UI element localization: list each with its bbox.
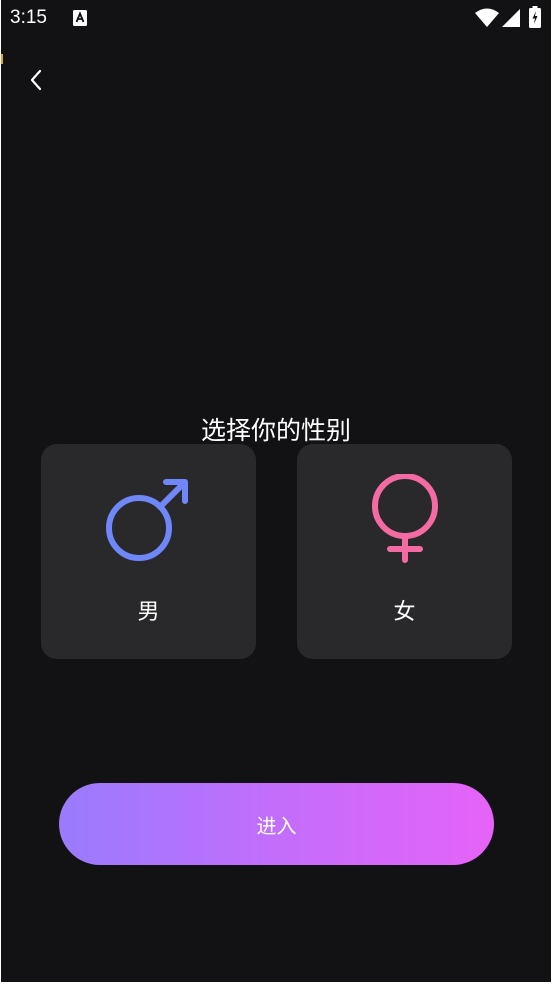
enter-button[interactable]: 进入 — [59, 783, 494, 865]
signal-icon — [502, 9, 520, 27]
page-title: 选择你的性别 — [200, 416, 351, 445]
wifi-icon — [475, 8, 499, 27]
edge-indicator — [1, 54, 3, 64]
status-time: 3:15 — [10, 7, 47, 28]
male-symbol-icon — [105, 479, 188, 561]
chevron-left-icon — [30, 69, 42, 91]
gender-select-screen: 3:15 选择你的性别 男 女 进入 — [1, 0, 551, 982]
back-button[interactable] — [21, 64, 51, 96]
male-option-label: 男 — [137, 600, 160, 625]
notification-a-icon — [73, 10, 87, 26]
female-option-card[interactable]: 女 — [297, 444, 512, 659]
battery-charging-icon — [529, 6, 541, 28]
female-symbol-icon — [371, 474, 438, 563]
status-bar: 3:15 — [1, 0, 551, 38]
female-option-label: 女 — [393, 600, 416, 625]
male-option-card[interactable]: 男 — [41, 444, 256, 659]
